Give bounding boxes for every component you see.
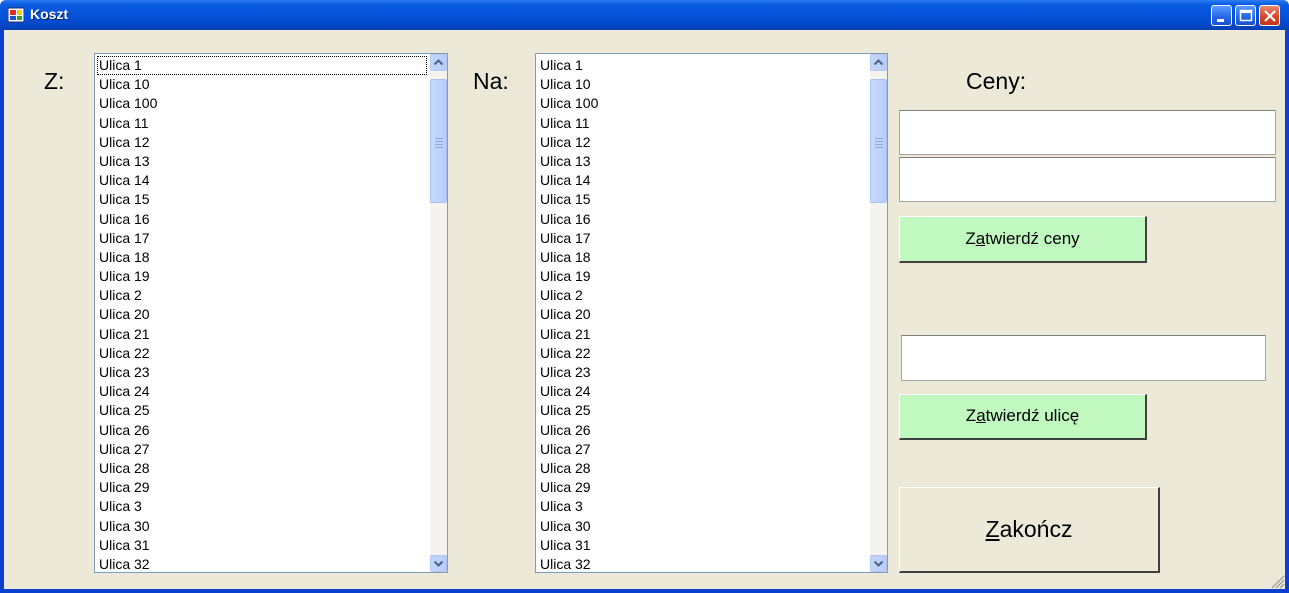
list-item[interactable]: Ulica 1 <box>97 56 427 76</box>
close-button[interactable] <box>1259 5 1280 26</box>
list-item[interactable]: Ulica 19 <box>538 267 867 286</box>
to-items: Ulica 1 Ulica 10 Ulica 100 Ulica 11 Ulica 12… <box>538 56 867 572</box>
maximize-icon <box>1239 9 1253 22</box>
list-item[interactable]: Ulica 100 <box>97 94 427 113</box>
to-listbox[interactable]: Ulica 1 Ulica 10 Ulica 100 Ulica 11 Ulica 12… <box>535 53 888 573</box>
prices-label: Ceny: <box>966 68 1027 94</box>
chevron-down-icon <box>433 560 444 567</box>
chevron-up-icon <box>873 59 884 66</box>
list-item[interactable]: Ulica 26 <box>97 421 427 440</box>
list-item[interactable]: Ulica 32 <box>97 555 427 572</box>
grip-icon <box>875 138 883 150</box>
list-item[interactable]: Ulica 32 <box>538 555 867 572</box>
scroll-up-button[interactable] <box>430 54 447 71</box>
from-scrollbar[interactable] <box>430 54 447 572</box>
list-item[interactable]: Ulica 10 <box>538 75 867 94</box>
from-listbox[interactable]: Ulica 1 Ulica 10 Ulica 100 Ulica 11 Ulica 12… <box>94 53 448 573</box>
chevron-up-icon <box>433 59 444 66</box>
scroll-up-button[interactable] <box>870 54 887 71</box>
confirm-prices-button[interactable]: Zatwierdź ceny <box>899 216 1147 263</box>
minimize-icon <box>1217 19 1224 22</box>
list-item[interactable]: Ulica 31 <box>538 536 867 555</box>
list-item[interactable]: Ulica 13 <box>538 152 867 171</box>
list-item[interactable]: Ulica 2 <box>97 286 427 305</box>
list-item[interactable]: Ulica 3 <box>538 497 867 516</box>
app-icon <box>8 7 24 23</box>
scroll-thumb[interactable] <box>430 79 447 203</box>
from-items: Ulica 1 Ulica 10 Ulica 100 Ulica 11 Ulica 12… <box>97 56 427 572</box>
finish-button[interactable]: Zakończ <box>899 487 1160 573</box>
list-item[interactable]: Ulica 16 <box>97 210 427 229</box>
list-item[interactable]: Ulica 12 <box>538 133 867 152</box>
list-item[interactable]: Ulica 1 <box>538 56 867 75</box>
scroll-thumb[interactable] <box>870 79 887 203</box>
list-item[interactable]: Ulica 25 <box>97 401 427 420</box>
from-label: Z: <box>44 68 65 94</box>
to-label: Na: <box>473 68 509 94</box>
to-scrollbar[interactable] <box>870 54 887 572</box>
price-field-2[interactable] <box>899 157 1276 202</box>
resize-grip-icon[interactable] <box>1269 573 1285 589</box>
list-item[interactable]: Ulica 28 <box>538 459 867 478</box>
street-field[interactable] <box>901 335 1266 381</box>
list-item[interactable]: Ulica 19 <box>97 267 427 286</box>
list-item[interactable]: Ulica 22 <box>97 344 427 363</box>
client-area: Z: Ulica 1 Ulica 10 Ulica 100 Ulica 11 Ulica… <box>4 30 1285 589</box>
list-item[interactable]: Ulica 28 <box>97 459 427 478</box>
list-item[interactable]: Ulica 15 <box>97 190 427 209</box>
list-item[interactable]: Ulica 25 <box>538 401 867 420</box>
list-item[interactable]: Ulica 22 <box>538 344 867 363</box>
list-item[interactable]: Ulica 3 <box>97 497 427 516</box>
list-item[interactable]: Ulica 26 <box>538 421 867 440</box>
list-item[interactable]: Ulica 23 <box>538 363 867 382</box>
chevron-down-icon <box>873 560 884 567</box>
list-item[interactable]: Ulica 29 <box>538 478 867 497</box>
list-item[interactable]: Ulica 17 <box>538 229 867 248</box>
maximize-button[interactable] <box>1235 5 1256 26</box>
list-item[interactable]: Ulica 30 <box>538 517 867 536</box>
list-item[interactable]: Ulica 16 <box>538 210 867 229</box>
list-item[interactable]: Ulica 20 <box>538 305 867 324</box>
list-item[interactable]: Ulica 14 <box>97 171 427 190</box>
list-item[interactable]: Ulica 2 <box>538 286 867 305</box>
list-item[interactable]: Ulica 17 <box>97 229 427 248</box>
list-item[interactable]: Ulica 18 <box>538 248 867 267</box>
grip-icon <box>435 138 443 150</box>
list-item[interactable]: Ulica 21 <box>97 325 427 344</box>
minimize-button[interactable] <box>1211 5 1232 26</box>
title-bar[interactable]: Koszt <box>0 0 1289 30</box>
list-item[interactable]: Ulica 18 <box>97 248 427 267</box>
list-item[interactable]: Ulica 14 <box>538 171 867 190</box>
scroll-down-button[interactable] <box>430 555 447 572</box>
list-item[interactable]: Ulica 10 <box>97 75 427 94</box>
list-item[interactable]: Ulica 27 <box>538 440 867 459</box>
scroll-down-button[interactable] <box>870 555 887 572</box>
confirm-street-button[interactable]: Zatwierdź ulicę <box>899 394 1147 440</box>
window-title: Koszt <box>30 6 69 22</box>
app-window: Koszt Z: Ulica 1 Ulica 10 Ulica 100 Ulica 1… <box>0 0 1289 593</box>
list-item[interactable]: Ulica 21 <box>538 325 867 344</box>
close-icon <box>1264 10 1276 22</box>
list-item[interactable]: Ulica 30 <box>97 517 427 536</box>
list-item[interactable]: Ulica 13 <box>97 152 427 171</box>
list-item[interactable]: Ulica 23 <box>97 363 427 382</box>
list-item[interactable]: Ulica 27 <box>97 440 427 459</box>
list-item[interactable]: Ulica 31 <box>97 536 427 555</box>
list-item[interactable]: Ulica 20 <box>97 305 427 324</box>
list-item[interactable]: Ulica 15 <box>538 190 867 209</box>
list-item[interactable]: Ulica 24 <box>97 382 427 401</box>
list-item[interactable]: Ulica 100 <box>538 94 867 113</box>
price-field-1[interactable] <box>899 110 1276 155</box>
list-item[interactable]: Ulica 11 <box>97 114 427 133</box>
list-item[interactable]: Ulica 11 <box>538 114 867 133</box>
list-item[interactable]: Ulica 29 <box>97 478 427 497</box>
list-item[interactable]: Ulica 12 <box>97 133 427 152</box>
list-item[interactable]: Ulica 24 <box>538 382 867 401</box>
